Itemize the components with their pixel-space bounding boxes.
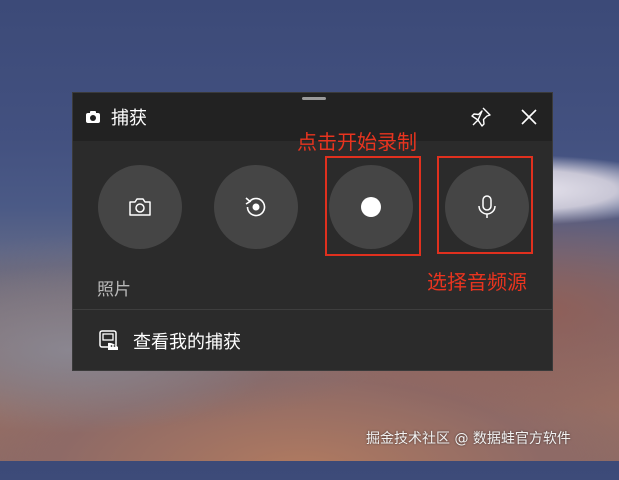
camera-icon [129, 198, 151, 216]
view-captures-label: 查看我的捕获 [133, 332, 241, 353]
capture-title: 捕获 [111, 108, 147, 129]
drag-handle[interactable] [302, 97, 326, 100]
mode-label: 照片 [97, 280, 131, 300]
record-hint-label: 点击开始录制 [297, 130, 417, 154]
mic-hint-label: 选择音频源 [427, 270, 527, 294]
camera-icon [86, 111, 100, 123]
gallery-icon [99, 330, 118, 350]
watermark: 掘金技术社区 @ 数据蛙官方软件 [366, 431, 571, 447]
screenshot-button[interactable] [98, 165, 182, 249]
pin-icon[interactable] [469, 105, 493, 129]
view-captures-link[interactable]: 查看我的捕获 [73, 310, 552, 370]
recent-activity-button[interactable] [214, 165, 298, 249]
record-highlight-box [325, 156, 421, 256]
mic-highlight-box [437, 156, 533, 254]
close-icon[interactable] [517, 105, 541, 129]
replay-icon [245, 197, 266, 217]
